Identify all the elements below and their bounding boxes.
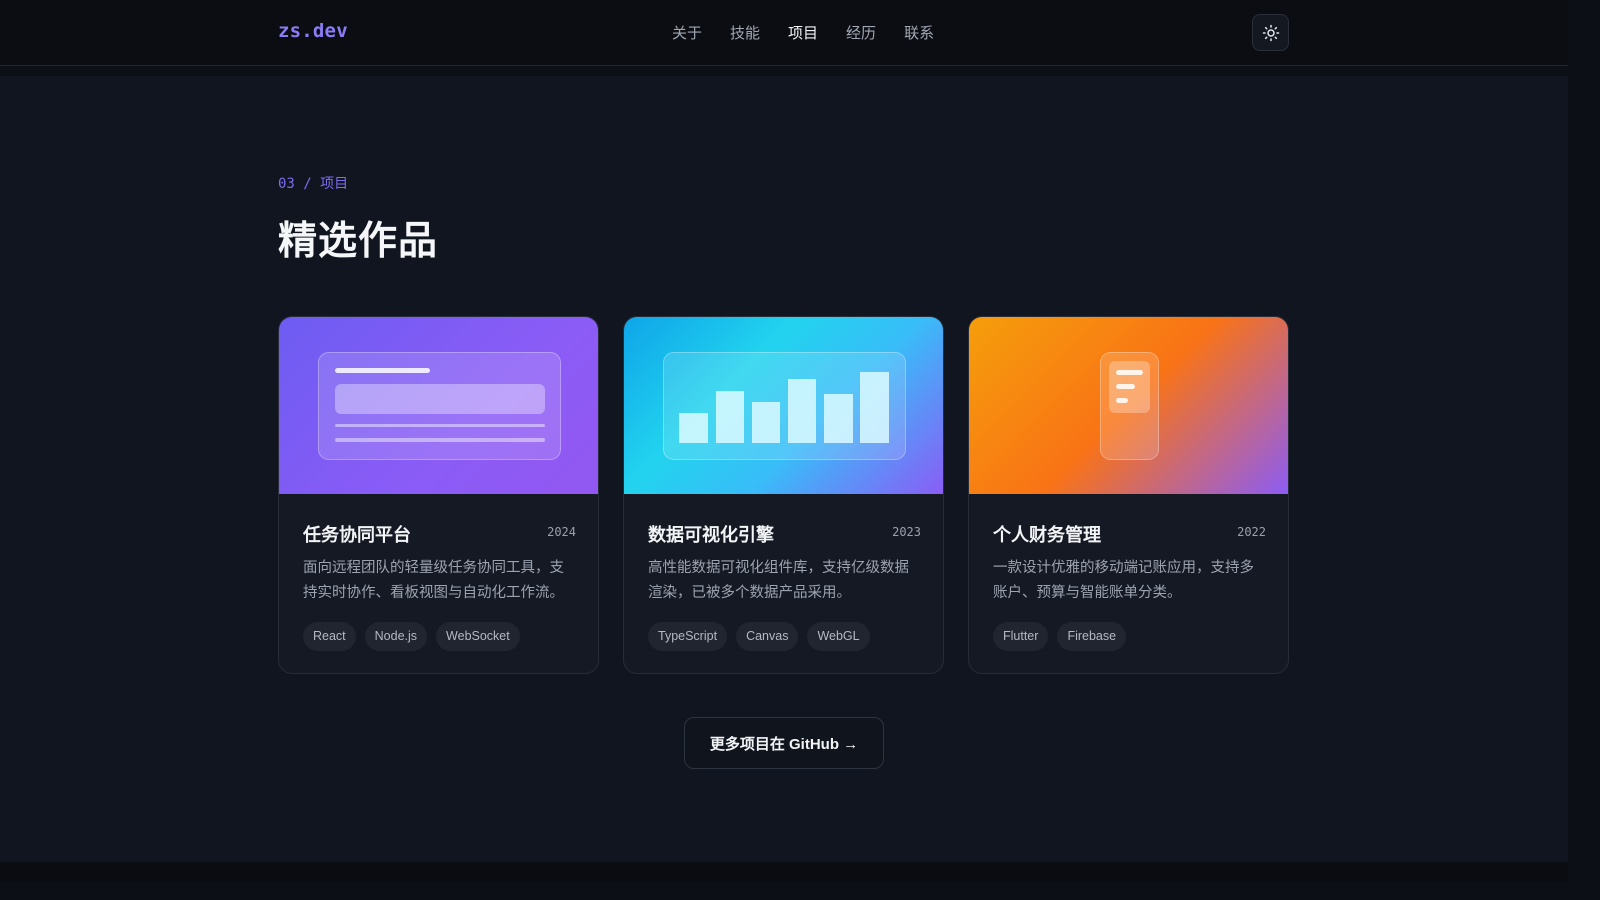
tag: Flutter bbox=[993, 622, 1049, 651]
tag: WebSocket bbox=[436, 622, 520, 651]
nav-item-skills[interactable]: 技能 bbox=[730, 22, 760, 43]
sun-icon bbox=[1262, 24, 1279, 41]
project-card-task-platform[interactable]: 任务协同平台 2024 面向远程团队的轻量级任务协同工具，支持实时协作、看板视图… bbox=[278, 316, 599, 674]
project-year: 2022 bbox=[1237, 525, 1266, 539]
nav-item-contact[interactable]: 联系 bbox=[904, 22, 934, 43]
section-eyebrow: 03 / 项目 bbox=[278, 176, 349, 192]
project-description: 一款设计优雅的移动端记账应用，支持多账户、预算与智能账单分类。 bbox=[993, 560, 1254, 601]
project-description: 面向远程团队的轻量级任务协同工具，支持实时协作、看板视图与自动化工作流。 bbox=[303, 560, 564, 601]
project-year: 2023 bbox=[892, 525, 921, 539]
tag-list: TypeScript Canvas WebGL bbox=[648, 622, 870, 651]
tag-list: React Node.js WebSocket bbox=[303, 622, 520, 651]
tag: WebGL bbox=[807, 622, 870, 651]
main-nav: 关于 技能 项目 经历 联系 bbox=[672, 22, 934, 43]
phone-illustration bbox=[1100, 352, 1159, 460]
project-body: 个人财务管理 2022 一款设计优雅的移动端记账应用，支持多账户、预算与智能账单… bbox=[969, 494, 1288, 673]
tag: Firebase bbox=[1057, 622, 1127, 651]
tag: TypeScript bbox=[648, 622, 728, 651]
footer-edge bbox=[0, 862, 1568, 882]
project-hero bbox=[279, 317, 598, 494]
bar-chart-illustration bbox=[663, 352, 906, 460]
top-navbar: zs.dev 关于 技能 项目 经历 联系 bbox=[0, 0, 1568, 66]
project-title: 任务协同平台 bbox=[303, 525, 411, 545]
project-body: 任务协同平台 2024 面向远程团队的轻量级任务协同工具，支持实时协作、看板视图… bbox=[279, 494, 598, 673]
more-projects-github-button[interactable]: 更多项目在 GitHub → bbox=[684, 717, 884, 769]
project-card-finance[interactable]: 个人财务管理 2022 一款设计优雅的移动端记账应用，支持多账户、预算与智能账单… bbox=[968, 316, 1289, 674]
dashboard-illustration bbox=[318, 352, 561, 460]
project-title: 数据可视化引擎 bbox=[648, 525, 774, 545]
tag: Canvas bbox=[736, 622, 799, 651]
nav-item-about[interactable]: 关于 bbox=[672, 22, 702, 43]
nav-item-experience[interactable]: 经历 bbox=[846, 22, 876, 43]
theme-toggle-button[interactable] bbox=[1252, 14, 1289, 51]
tag: React bbox=[303, 622, 356, 651]
nav-item-projects[interactable]: 项目 bbox=[788, 22, 818, 43]
project-hero bbox=[969, 317, 1288, 494]
section-title: 精选作品 bbox=[278, 220, 439, 263]
tag: Node.js bbox=[364, 622, 428, 651]
projects-section: 03 / 项目 精选作品 任务协同平台 2024 面向远程团队的轻量级任务协同工… bbox=[0, 76, 1568, 862]
project-body: 数据可视化引擎 2023 高性能数据可视化组件库，支持亿级数据渲染，已被多个数据… bbox=[624, 494, 943, 673]
project-title: 个人财务管理 bbox=[993, 525, 1101, 545]
project-card-data-viz[interactable]: 数据可视化引擎 2023 高性能数据可视化组件库，支持亿级数据渲染，已被多个数据… bbox=[623, 316, 944, 674]
tag-list: Flutter Firebase bbox=[993, 622, 1127, 651]
project-year: 2024 bbox=[547, 525, 576, 539]
project-hero bbox=[624, 317, 943, 494]
project-description: 高性能数据可视化组件库，支持亿级数据渲染，已被多个数据产品采用。 bbox=[648, 560, 909, 601]
site-logo[interactable]: zs.dev bbox=[278, 20, 348, 42]
